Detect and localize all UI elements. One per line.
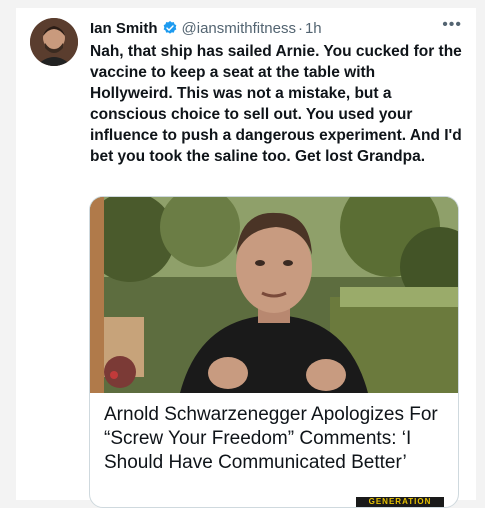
verified-badge-icon (162, 20, 178, 36)
author-name[interactable]: Ian Smith (90, 20, 158, 37)
card-image (90, 197, 458, 393)
watermark: GENERATION (356, 497, 444, 507)
card-title[interactable]: Arnold Schwarzenegger Apologizes For “Sc… (104, 403, 444, 475)
link-card[interactable]: Arnold Schwarzenegger Apologizes For “Sc… (89, 196, 459, 508)
timestamp[interactable]: 1h (305, 20, 322, 37)
tweet[interactable]: Ian Smith @iansmithfitness · 1h ••• Nah,… (16, 8, 476, 508)
tweet-text: Nah, that ship has sailed Arnie. You cuc… (90, 43, 462, 165)
tweet-header: Ian Smith @iansmithfitness · 1h (90, 18, 462, 38)
author-handle[interactable]: @iansmithfitness (182, 20, 296, 37)
avatar[interactable] (30, 18, 78, 66)
more-horizontal-icon[interactable]: ••• (442, 16, 462, 34)
dot-separator: · (297, 19, 303, 37)
